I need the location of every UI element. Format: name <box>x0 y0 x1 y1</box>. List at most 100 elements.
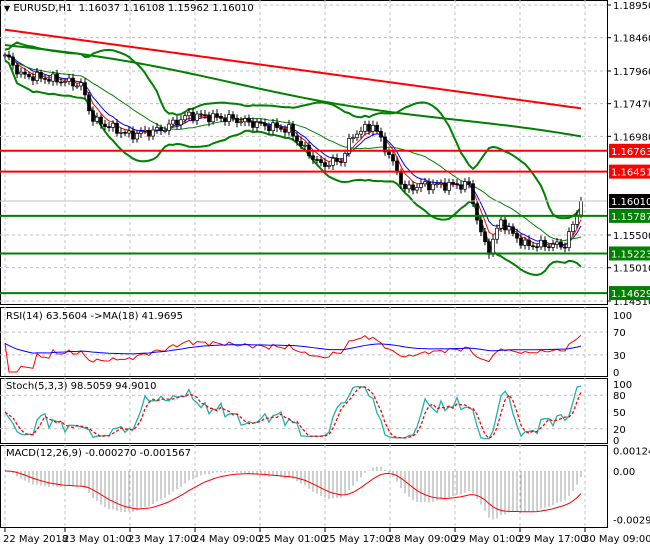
time-axis-label: 25 May 17:00 <box>323 534 392 545</box>
time-axis-label: 22 May 2018 <box>3 534 68 545</box>
candle-body <box>447 182 451 191</box>
candle-body <box>47 79 51 82</box>
level-label: 1.16763 <box>611 147 650 158</box>
stoch-axis-label: 80 <box>613 391 626 402</box>
candle-body <box>207 114 211 123</box>
symbol-label: EURUSD,H1 <box>13 3 73 14</box>
candle-body <box>523 239 527 246</box>
time-axis-label: 29 May 01:00 <box>453 534 522 545</box>
candle-body <box>423 181 427 185</box>
candle-body <box>147 130 151 137</box>
candle-body <box>199 113 203 116</box>
candle-body <box>271 122 275 132</box>
candle-body <box>195 113 199 121</box>
candle-body <box>359 131 363 135</box>
candle-body <box>443 182 447 191</box>
macd-axis-label: 0.00 <box>613 467 635 478</box>
candle-body <box>95 116 99 122</box>
candle-body <box>367 123 371 132</box>
candle-body <box>527 239 531 247</box>
candle-body <box>439 182 443 185</box>
candle-body <box>79 82 83 87</box>
rsi-axis-label: 30 <box>613 351 626 362</box>
candle-body <box>43 77 47 80</box>
candle-body <box>459 184 463 190</box>
candle-body <box>511 226 515 234</box>
candle-body <box>123 132 127 134</box>
time-axis-label: 25 May 01:00 <box>258 534 327 545</box>
candle-body <box>567 231 571 249</box>
candle-body <box>7 54 11 58</box>
candle-body <box>251 121 255 128</box>
candle-body <box>171 119 175 125</box>
candle-body <box>387 151 391 155</box>
stoch-signal-line <box>4 386 582 440</box>
candle-body <box>243 118 247 123</box>
candle-body <box>111 122 115 128</box>
candle-body <box>163 130 167 132</box>
candle-body <box>63 81 67 83</box>
candle-body <box>531 245 535 248</box>
price-axis-label: 1.15010 <box>613 264 650 275</box>
candle-body <box>383 136 387 153</box>
price-axis-label: 1.16980 <box>613 132 650 143</box>
candle-body <box>559 241 563 248</box>
candle-body <box>175 119 179 126</box>
candle-body <box>579 200 583 216</box>
candle-body <box>139 131 143 134</box>
candle-body <box>203 114 207 117</box>
candle-body <box>371 124 375 132</box>
candle-body <box>219 115 223 119</box>
candle-body <box>223 117 227 122</box>
level-label: 1.15223 <box>611 249 650 260</box>
collapse-arrow-icon[interactable]: ▼ <box>4 4 10 13</box>
candle-body <box>83 82 87 96</box>
candle-body <box>343 153 347 163</box>
candle-body <box>487 241 491 255</box>
close-value: 1.16010 <box>212 3 254 14</box>
candle-body <box>475 203 479 221</box>
candle-body <box>263 122 267 127</box>
time-axis-label: 23 May 17:00 <box>128 534 197 545</box>
candle-body <box>323 162 327 167</box>
candle-body <box>31 76 35 81</box>
candle-body <box>127 130 131 134</box>
candle-body <box>515 233 519 239</box>
candle-body <box>39 72 43 79</box>
candle-body <box>279 127 283 130</box>
candle-body <box>295 135 299 142</box>
candle-body <box>283 128 287 133</box>
price-axis-label: 1.18950 <box>613 1 650 12</box>
time-axis-label: 30 May 09:00 <box>583 534 650 545</box>
candle-body <box>275 122 279 128</box>
candle-body <box>119 132 123 134</box>
candle-body <box>131 130 135 140</box>
price-axis-label: 1.17470 <box>613 100 650 111</box>
candle-body <box>235 118 239 124</box>
candle-body <box>431 183 435 191</box>
candle-body <box>87 94 91 112</box>
level-label: 1.14629 <box>611 289 650 300</box>
stoch-axis-label: 100 <box>613 380 632 391</box>
chart-header: ▼ EURUSD,H1 1.16037 1.16108 1.15962 1.16… <box>4 3 254 14</box>
macd-axis-label: 0.001244 <box>613 446 650 457</box>
pane-border-0 <box>0 0 608 305</box>
candle-body <box>27 73 31 78</box>
candle-body <box>555 241 559 245</box>
candle-body <box>451 182 455 184</box>
candle-body <box>395 160 399 173</box>
price-axis-label: 1.18460 <box>613 34 650 45</box>
price-axis-label: 1.17960 <box>613 67 650 78</box>
candle-body <box>259 121 263 124</box>
candle-body <box>339 161 343 163</box>
candle-body <box>467 181 471 185</box>
chart-canvas[interactable]: 1.18950 1.18460 1.17960 1.17470 1.16980 1.155… <box>0 0 650 550</box>
time-axis-label: 23 May 01:00 <box>63 534 132 545</box>
candle-body <box>15 64 19 75</box>
candle-body <box>551 243 555 248</box>
candle-body <box>191 111 195 121</box>
stoch-axis-label: 20 <box>613 425 626 436</box>
candle-body <box>107 126 111 128</box>
candle-body <box>427 181 431 191</box>
candle-body <box>19 71 23 75</box>
